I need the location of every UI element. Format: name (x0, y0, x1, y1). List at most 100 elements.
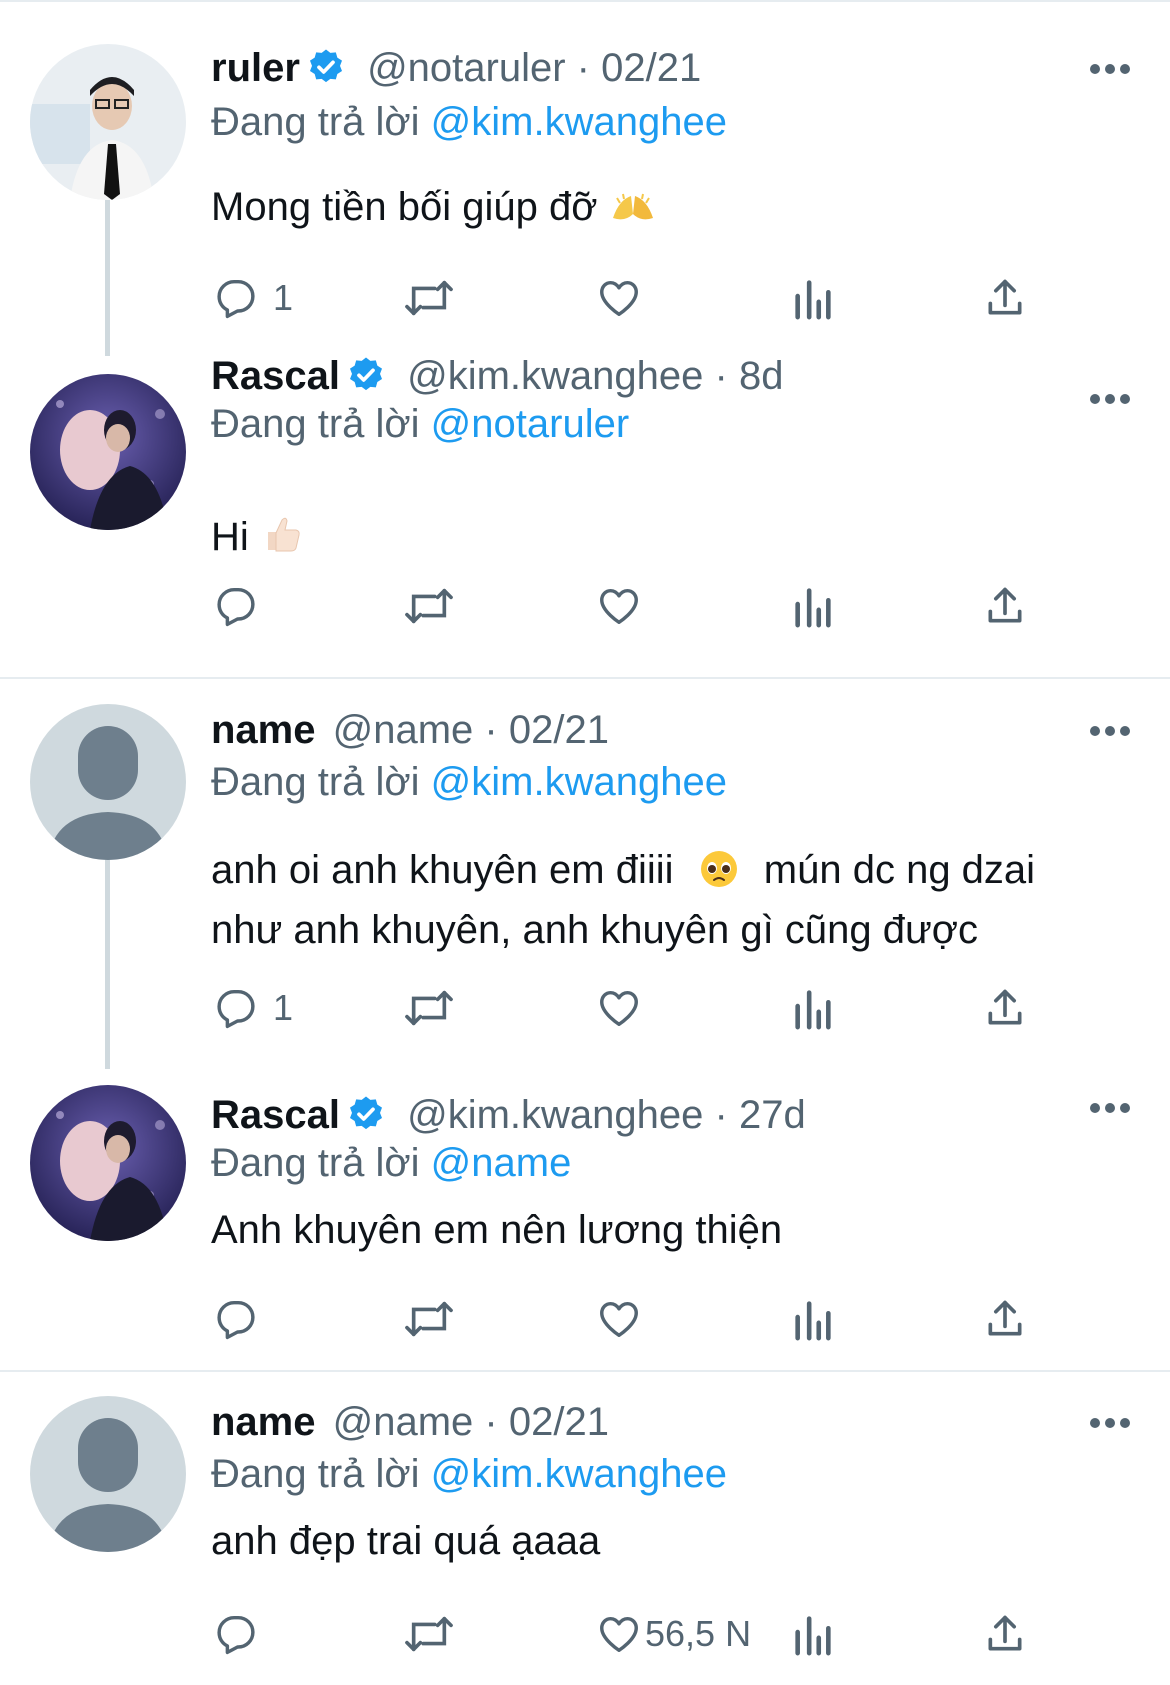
retweet-button[interactable] (401, 272, 457, 324)
avatar-default[interactable] (30, 1396, 186, 1552)
reply-button[interactable]: 1 (213, 982, 293, 1034)
tweet-text-content: Hi (211, 515, 249, 559)
timestamp[interactable]: 02/21 (601, 46, 701, 90)
reply-count: 1 (273, 987, 294, 1028)
like-button[interactable] (595, 272, 657, 324)
retweet-icon (401, 583, 457, 629)
reply-button[interactable] (213, 1608, 273, 1660)
heart-icon (595, 583, 643, 629)
analytics-button[interactable] (793, 1608, 833, 1660)
share-button[interactable] (983, 272, 1027, 324)
more-dots-icon[interactable] (1090, 64, 1130, 76)
tweet-name-2[interactable]: name @name · 02/21 Đang trả lời @kim.kwa… (0, 1372, 1170, 1685)
mention-link[interactable]: @kim.kwanghee (431, 1452, 727, 1496)
display-name[interactable]: Rascal (211, 1093, 340, 1137)
handle[interactable]: @name (333, 708, 474, 752)
timestamp[interactable]: 8d (739, 354, 784, 398)
reply-bubble-icon (213, 985, 259, 1031)
tweet-text-content: Anh khuyên em nên lương thiện (211, 1208, 783, 1252)
dot-separator: · (714, 354, 728, 398)
handle[interactable]: @kim.kwanghee (407, 354, 703, 398)
analytics-button[interactable] (793, 272, 833, 324)
share-button[interactable] (983, 982, 1027, 1034)
tweet-text-line2: như anh khuyên, anh khuyên gì cũng được (211, 908, 978, 952)
dot-separator: · (714, 1093, 728, 1137)
mention-link[interactable]: @kim.kwanghee (431, 760, 727, 804)
dot-separator: · (484, 1400, 498, 1444)
folded-hands-emoji (609, 186, 657, 240)
share-icon (983, 583, 1027, 629)
display-name[interactable]: name (211, 1400, 316, 1444)
reply-button[interactable]: 1 (213, 272, 293, 324)
tweet-rascal-2[interactable]: Rascal @kim.kwanghee · 27d Đang trả lời … (0, 1059, 1170, 1369)
tweet-name-1[interactable]: name @name · 02/21 Đang trả lời @kim.kwa… (0, 679, 1170, 1069)
timestamp[interactable]: 27d (739, 1093, 806, 1137)
timestamp[interactable]: 02/21 (509, 1400, 609, 1444)
more-dots-icon[interactable] (1090, 726, 1130, 738)
bar-chart-icon (793, 275, 833, 321)
like-count: 56,5 N (645, 1613, 752, 1654)
reply-button[interactable] (213, 580, 273, 632)
replying-to: Đang trả lời @kim.kwanghee (211, 758, 727, 806)
tweet-text-part2: mún dc ng dzai (763, 848, 1036, 892)
reply-button[interactable] (213, 1293, 273, 1345)
share-button[interactable] (983, 1293, 1027, 1345)
avatar-rascal[interactable] (30, 374, 186, 530)
retweet-button[interactable] (401, 580, 457, 632)
analytics-button[interactable] (793, 580, 833, 632)
timestamp[interactable]: 02/21 (509, 708, 609, 752)
action-bar (211, 580, 1031, 632)
share-button[interactable] (983, 580, 1027, 632)
retweet-icon (401, 1611, 457, 1657)
bar-chart-icon (793, 1296, 833, 1342)
tweet-rascal-1[interactable]: Rascal @kim.kwanghee · 8d Đang trả lời @… (0, 330, 1170, 676)
tweet-header: ruler @notaruler · 02/21 (211, 44, 701, 98)
handle[interactable]: @notaruler (367, 46, 565, 90)
tweet-text: anh đẹp trai quá ạaaa (211, 1514, 1111, 1568)
mention-link[interactable]: @name (431, 1141, 572, 1185)
tweet-text: Mong tiền bối giúp đỡ (211, 180, 1111, 240)
bar-chart-icon (793, 985, 833, 1031)
action-bar: 56,5 N (211, 1608, 1031, 1660)
retweet-button[interactable] (401, 982, 457, 1034)
thread-line (105, 859, 110, 1069)
mention-link[interactable]: @kim.kwanghee (431, 100, 727, 144)
mention-link[interactable]: @notaruler (431, 402, 629, 446)
handle[interactable]: @kim.kwanghee (407, 1093, 703, 1137)
replying-prefix: Đang trả lời (211, 402, 420, 446)
thumbs-up-emoji (260, 512, 304, 570)
tweet-text: anh oi anh khuyên em điiii mún dc ng dza… (211, 843, 1111, 957)
retweet-icon (401, 985, 457, 1031)
analytics-button[interactable] (793, 982, 833, 1034)
handle[interactable]: @name (333, 1400, 474, 1444)
display-name[interactable]: ruler (211, 46, 300, 90)
heart-icon (595, 275, 643, 321)
avatar-default[interactable] (30, 704, 186, 860)
tweet-header: Rascal @kim.kwanghee · 27d (211, 1091, 806, 1145)
retweet-button[interactable] (401, 1608, 457, 1660)
reply-bubble-icon (213, 1611, 259, 1657)
tweet-header: Rascal @kim.kwanghee · 8d (211, 352, 783, 406)
more-dots-icon[interactable] (1090, 394, 1130, 406)
share-button[interactable] (983, 1608, 1027, 1660)
bar-chart-icon (793, 583, 833, 629)
display-name[interactable]: Rascal (211, 354, 340, 398)
like-button[interactable] (595, 1293, 657, 1345)
more-dots-icon[interactable] (1090, 1418, 1130, 1430)
replying-prefix: Đang trả lời (211, 1141, 420, 1185)
verified-badge-icon (346, 355, 386, 406)
tweet-ruler[interactable]: ruler @notaruler · 02/21 Đang trả lời @k… (0, 0, 1170, 356)
avatar-rascal[interactable] (30, 1085, 186, 1241)
more-dots-icon[interactable] (1090, 1103, 1130, 1115)
avatar-ruler[interactable] (30, 44, 186, 200)
like-button[interactable] (595, 982, 657, 1034)
action-bar: 1 (211, 982, 1031, 1034)
display-name[interactable]: name (211, 708, 316, 752)
replying-to: Đang trả lời @notaruler (211, 400, 629, 448)
analytics-button[interactable] (793, 1293, 833, 1345)
retweet-button[interactable] (401, 1293, 457, 1345)
like-button[interactable] (595, 580, 657, 632)
tweet-text-content: Mong tiền bối giúp đỡ (211, 185, 598, 229)
like-button[interactable]: 56,5 N (595, 1608, 751, 1660)
replying-to: Đang trả lời @kim.kwanghee (211, 1450, 727, 1498)
